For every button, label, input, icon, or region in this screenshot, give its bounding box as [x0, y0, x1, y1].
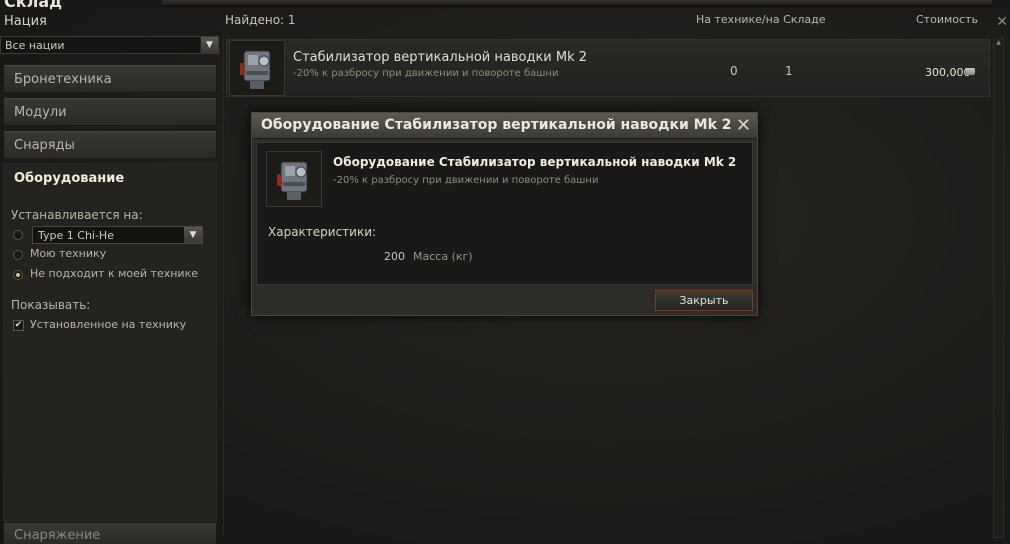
item-title: Стабилизатор вертикальной наводки Mk 2 [293, 50, 588, 65]
chevron-down-icon[interactable]: ▼ [200, 37, 218, 53]
window-close-icon[interactable]: ✕ [996, 14, 1008, 30]
radio-not-suitable[interactable] [13, 270, 23, 280]
radio-my-vehicles[interactable] [13, 250, 23, 260]
column-vehicle-stock[interactable]: На технике/на Складе [696, 13, 826, 26]
category-consumables[interactable]: Снаряжение [3, 522, 217, 544]
nation-dropdown[interactable]: Все нации ▼ [0, 36, 219, 54]
characteristics-label: Характеристики: [268, 225, 377, 239]
category-label: Бронетехника [14, 72, 112, 87]
vehicle-dropdown[interactable]: Type 1 Chi-He ▼ [32, 226, 203, 244]
in-stock-count: 1 [785, 64, 793, 78]
on-vehicle-count: 0 [730, 64, 738, 78]
category-label: Снаряды [14, 138, 75, 153]
item-info-dialog: Оборудование Стабилизатор вертикальной н… [251, 112, 758, 316]
item-description: -20% к разбросу при движении и повороте … [293, 68, 559, 79]
dialog-item-description: -20% к разбросу при движении и повороте … [333, 175, 599, 186]
scroll-up-icon[interactable]: ▲ [994, 39, 1003, 49]
warehouse-screen: Склад ✕ Нация Все нации ▼ Бронетехника М… [0, 0, 1010, 544]
dialog-title: Оборудование Стабилизатор вертикальной н… [261, 117, 732, 133]
nation-label: Нация [4, 14, 47, 29]
item-price: 300,000 [925, 66, 971, 79]
nation-dropdown-value: Все нации [5, 39, 65, 52]
show-label: Показывать: [11, 298, 91, 312]
radio-vehicle[interactable] [13, 230, 23, 240]
installed-on-label: Устанавливается на: [11, 208, 143, 222]
stabilizer-icon [266, 151, 322, 207]
close-icon[interactable]: ✕ [736, 115, 751, 136]
category-label: Модули [14, 105, 67, 120]
dialog-item-title: Оборудование Стабилизатор вертикальной н… [333, 155, 737, 169]
stabilizer-icon [229, 40, 285, 96]
list-item[interactable]: Стабилизатор вертикальной наводки Mk 2 -… [226, 39, 990, 97]
chevron-down-icon[interactable]: ▼ [184, 227, 202, 243]
category-modules[interactable]: Модули [3, 97, 217, 126]
column-cost[interactable]: Стоимость [916, 13, 978, 26]
dialog-body: Оборудование Стабилизатор вертикальной н… [256, 142, 753, 285]
close-button[interactable]: Закрыть [655, 290, 753, 311]
top-banner [162, 0, 992, 6]
stat-unit: Масса (кг) [413, 250, 473, 263]
stat-value: 200 [384, 250, 405, 263]
installed-checkbox-label: Установленное на технику [30, 318, 187, 331]
category-vehicles[interactable]: Бронетехника [3, 64, 217, 93]
found-count: Найдено: 1 [225, 13, 296, 27]
dialog-header: Оборудование Стабилизатор вертикальной н… [252, 113, 757, 139]
credits-icon [966, 68, 975, 75]
category-label: Оборудование [14, 171, 125, 186]
category-label: Снаряжение [14, 528, 101, 543]
list-scrollbar[interactable]: ▲ [993, 38, 1004, 538]
installed-checkbox[interactable]: ✔ [13, 320, 24, 331]
radio-my-vehicles-label: Мою технику [30, 247, 107, 260]
filter-sidebar: Нация Все нации ▼ Бронетехника Модули Сн… [0, 8, 221, 544]
radio-not-suitable-label: Не подходит к моей технике [30, 267, 198, 280]
vehicle-dropdown-value: Type 1 Chi-He [38, 229, 114, 242]
top-strip [0, 0, 1010, 8]
category-shells[interactable]: Снаряды [3, 130, 217, 159]
